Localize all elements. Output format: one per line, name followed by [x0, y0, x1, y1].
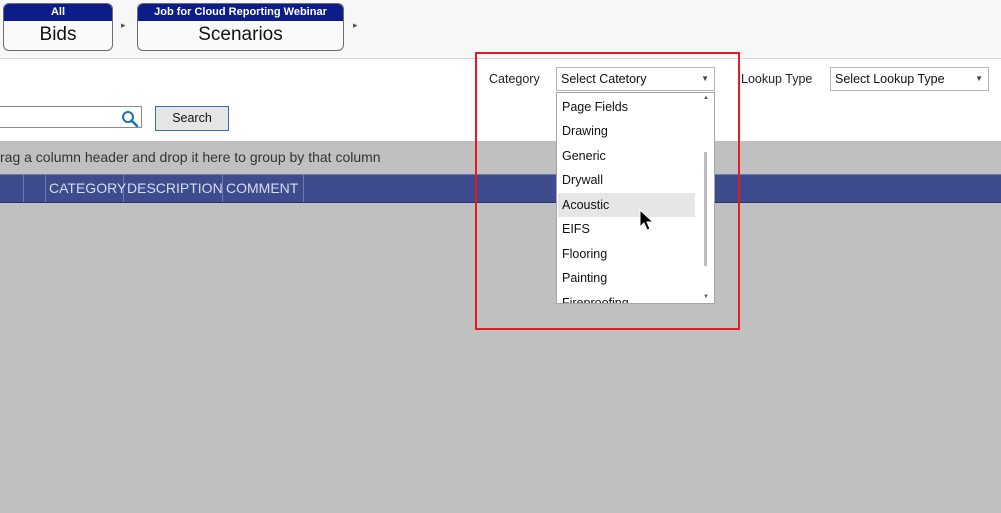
breadcrumb-bids-header: All	[4, 4, 112, 21]
mouse-cursor-icon	[639, 209, 655, 231]
search-button[interactable]: Search	[155, 106, 229, 131]
breadcrumb-bids-label: Bids	[39, 24, 77, 45]
group-by-hint: rag a column header and drop it here to …	[0, 149, 381, 165]
breadcrumb-scenarios-header: Job for Cloud Reporting Webinar	[138, 4, 343, 21]
column-header-category[interactable]: CATEGORY	[46, 175, 126, 202]
lookup-type-label: Lookup Type	[741, 72, 813, 86]
breadcrumb-separator-icon: ▸	[353, 20, 358, 30]
annotation-highlight-box	[475, 52, 740, 330]
lookup-type-select-value: Select Lookup Type	[835, 72, 945, 86]
lookup-type-select[interactable]: Select Lookup Type ▼	[830, 67, 989, 91]
breadcrumb-separator-icon: ▸	[121, 20, 126, 30]
column-header-comment[interactable]: COMMENT	[223, 175, 304, 202]
breadcrumb-scenarios-label: Scenarios	[198, 24, 283, 45]
search-icon[interactable]	[121, 110, 139, 128]
grid-expander-column	[24, 175, 46, 202]
breadcrumb-bids[interactable]: All Bids	[3, 3, 113, 51]
column-header-description[interactable]: DESCRIPTION	[124, 175, 223, 202]
grid-indicator-column	[0, 175, 24, 202]
chevron-down-icon: ▼	[975, 74, 983, 83]
breadcrumb-scenarios[interactable]: Job for Cloud Reporting Webinar Scenario…	[137, 3, 344, 51]
